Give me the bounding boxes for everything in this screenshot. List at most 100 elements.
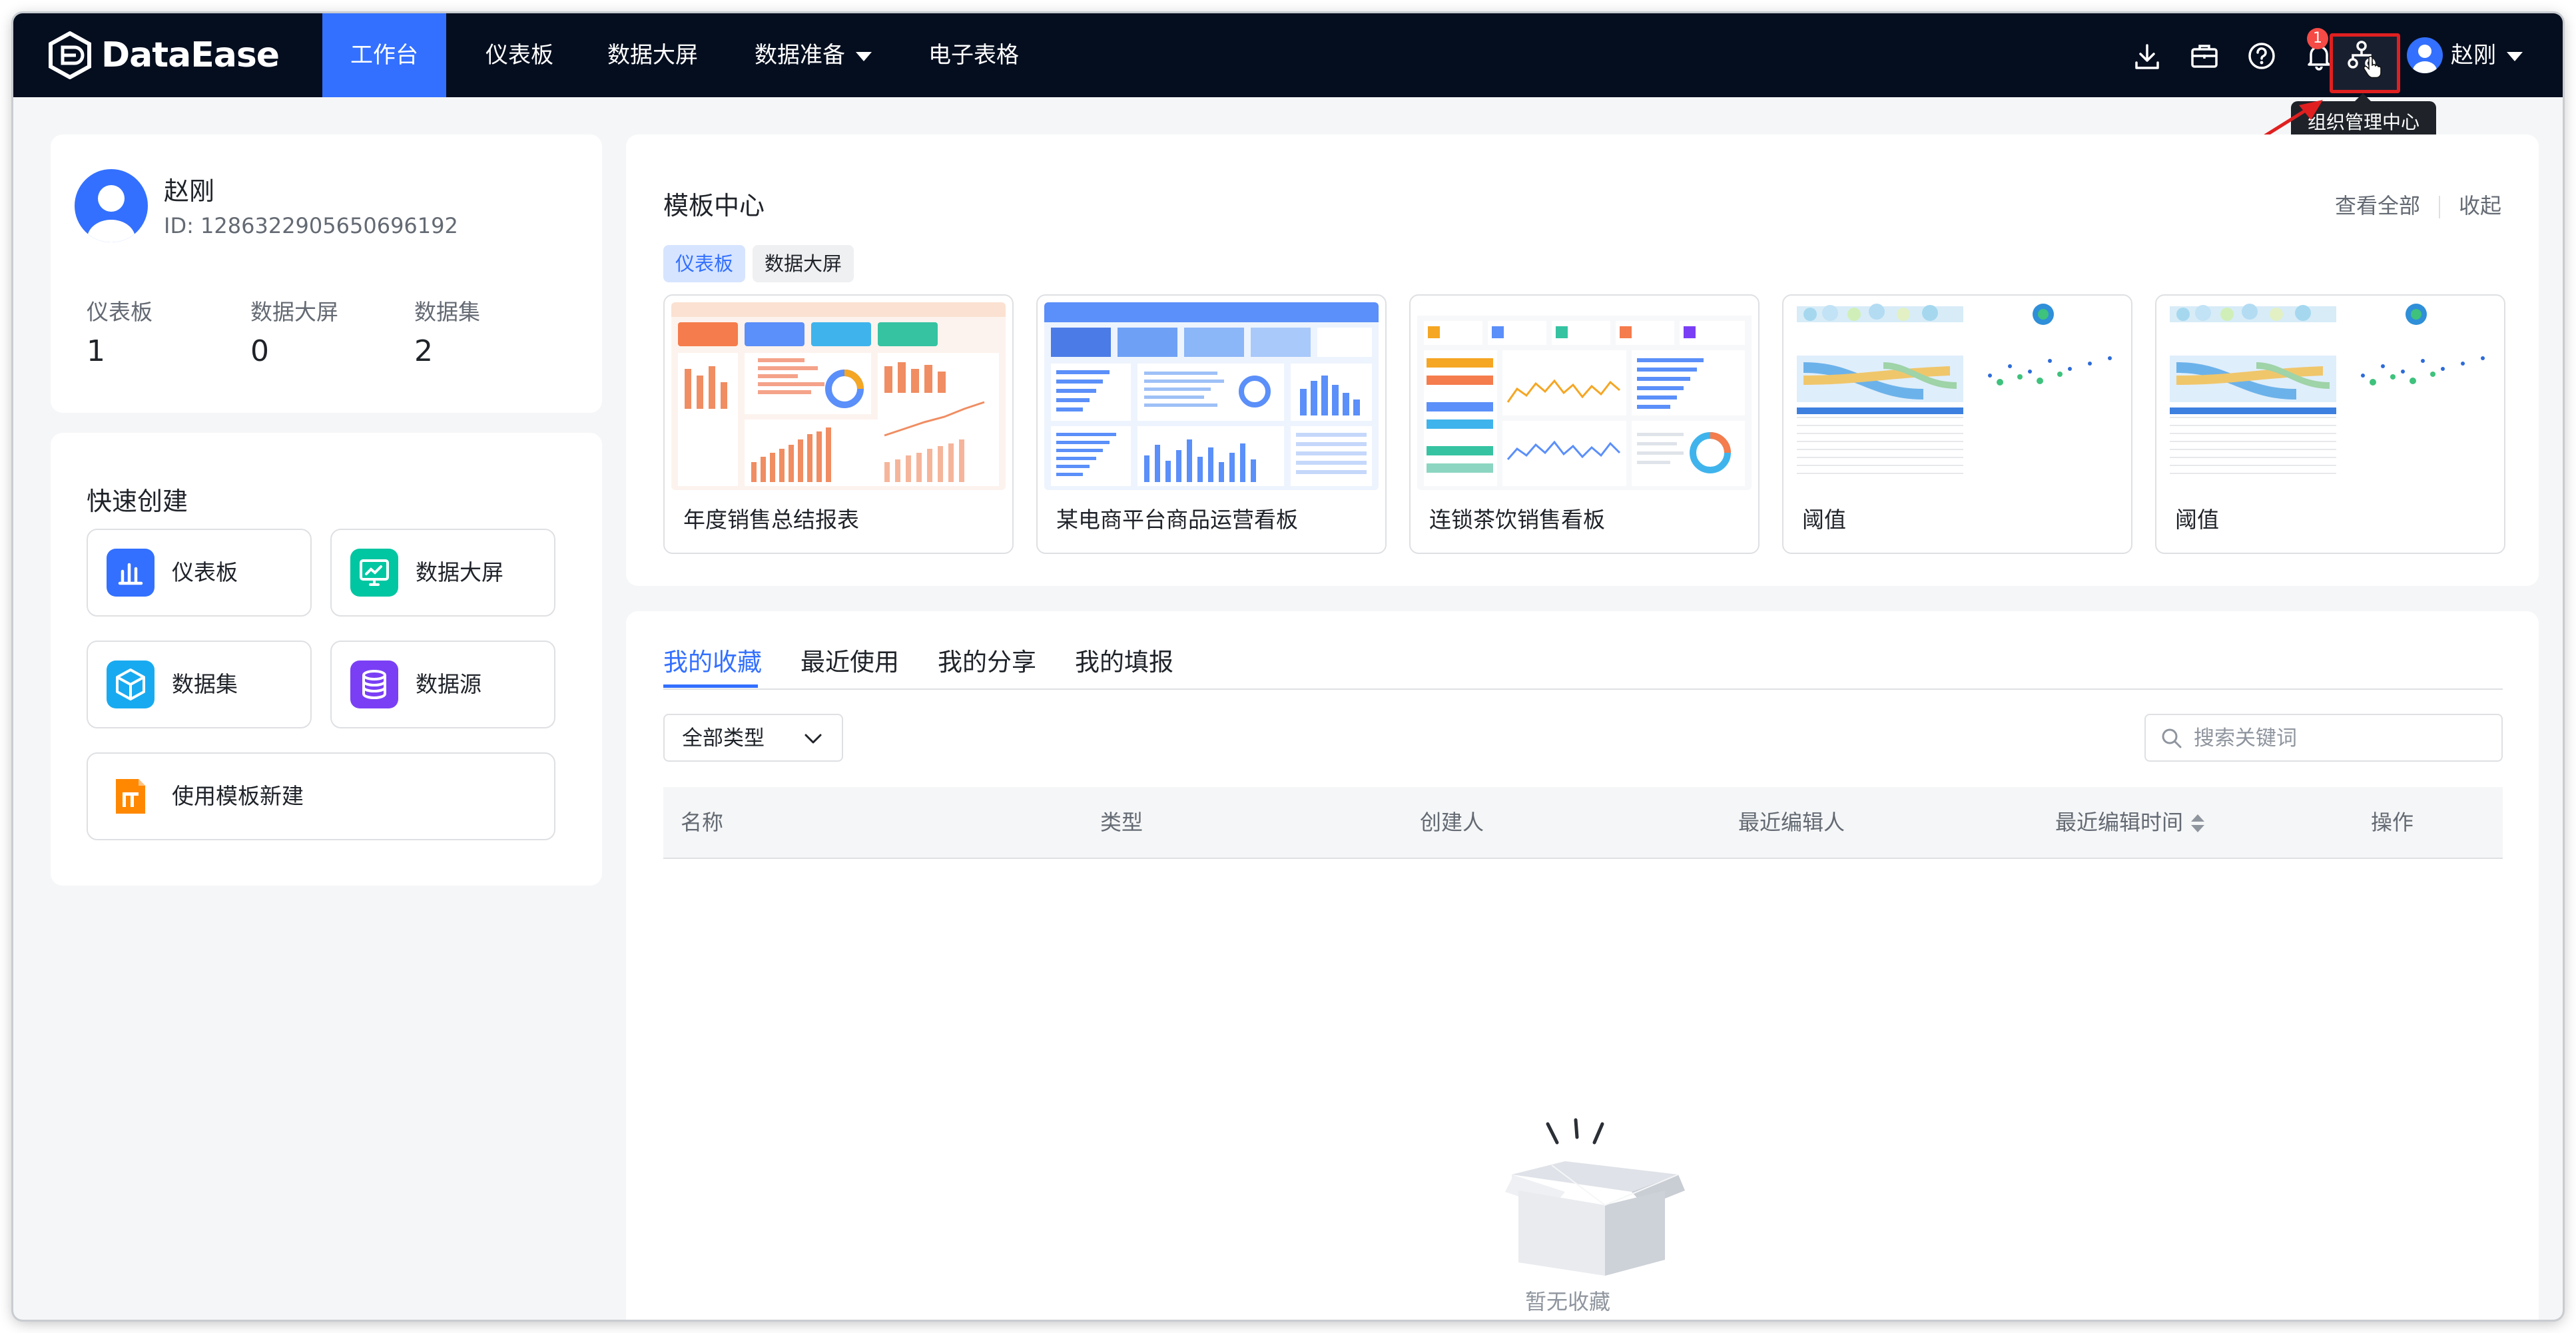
tab-recent[interactable]: 最近使用 xyxy=(801,642,899,678)
tab-divider xyxy=(663,688,2503,690)
stat-value[interactable]: 2 xyxy=(414,334,433,368)
chevron-down-icon xyxy=(805,734,822,744)
profile-name: 赵刚 xyxy=(164,176,215,206)
user-menu[interactable]: 赵刚 xyxy=(2451,13,2523,97)
template-thumbnail xyxy=(671,302,1006,490)
create-dataset-button[interactable]: 数据集 xyxy=(87,641,312,728)
nav-label: 数据大屏 xyxy=(607,42,698,69)
chevron-down-icon xyxy=(856,51,872,61)
chevron-down-icon xyxy=(2507,51,2523,61)
template-thumbnail xyxy=(1044,302,1379,490)
tab-my-shares[interactable]: 我的分享 xyxy=(938,642,1036,678)
tab-favorites[interactable]: 我的收藏 xyxy=(663,642,762,678)
column-header-type: 类型 xyxy=(1100,810,1143,835)
view-all-link[interactable]: 查看全部 xyxy=(2335,193,2420,218)
create-data-screen-button[interactable]: 数据大屏 xyxy=(330,529,555,617)
notification-badge: 1 xyxy=(2307,28,2328,49)
download-icon[interactable] xyxy=(2130,39,2164,73)
tag-dashboard[interactable]: 仪表板 xyxy=(663,245,746,282)
template-name: 某电商平台商品运营看板 xyxy=(1056,507,1298,533)
top-navigation-bar: DataEase 工作台 仪表板 数据大屏 数据准备 电子表格 1 赵刚 xyxy=(13,13,2563,97)
column-header-name: 名称 xyxy=(681,810,724,835)
profile-card: 赵刚 ID: 1286322905650696192 仪表板 1 数据大屏 0 … xyxy=(51,134,602,413)
template-icon xyxy=(107,772,155,820)
active-tab-indicator xyxy=(663,684,758,688)
create-datasource-button[interactable]: 数据源 xyxy=(330,641,555,728)
template-card[interactable]: 年度销售总结报表 xyxy=(663,294,1014,554)
cube-icon xyxy=(107,661,155,708)
stat-value[interactable]: 1 xyxy=(87,334,105,368)
divider xyxy=(2438,196,2440,218)
template-name: 年度销售总结报表 xyxy=(683,507,859,533)
template-thumbnail xyxy=(1417,302,1752,490)
column-header-last-edit-time[interactable]: 最近编辑时间 xyxy=(2055,787,2205,858)
logo-text: DataEase xyxy=(101,35,280,75)
sort-icon[interactable] xyxy=(2191,814,2205,833)
template-thumbnail xyxy=(2163,302,2497,490)
resource-list-card: 我的收藏 最近使用 我的分享 我的填报 全部类型 名称 类型 创建人 最近编辑人… xyxy=(626,611,2539,1320)
nav-label: 仪表板 xyxy=(485,42,553,69)
user-name: 赵刚 xyxy=(2451,42,2496,69)
org-tree-icon[interactable] xyxy=(2344,37,2382,79)
nav-dashboard[interactable]: 仪表板 xyxy=(470,13,569,97)
button-label: 使用模板新建 xyxy=(172,783,304,809)
briefcase-icon[interactable] xyxy=(2187,39,2222,73)
search-input[interactable] xyxy=(2192,720,2488,756)
bar-chart-icon xyxy=(107,549,155,597)
table-header: 名称 类型 创建人 最近编辑人 最近编辑时间 操作 xyxy=(663,787,2503,859)
template-center-card: 模板中心 查看全部 收起 仪表板 数据大屏 年度销售总结报表 某电商平台商品运营… xyxy=(626,134,2539,586)
column-label: 最近编辑时间 xyxy=(2055,810,2184,835)
column-header-creator: 创建人 xyxy=(1420,810,1484,835)
template-actions: 查看全部 收起 xyxy=(2335,189,2501,220)
user-avatar[interactable] xyxy=(2407,37,2443,73)
template-card[interactable]: 阈值 xyxy=(1782,294,2132,554)
nav-data-prep[interactable]: 数据准备 xyxy=(737,13,890,97)
create-dashboard-button[interactable]: 仪表板 xyxy=(87,529,312,617)
stat-label: 仪表板 xyxy=(87,299,153,325)
hand-cursor-icon xyxy=(2363,56,2382,79)
monitor-icon xyxy=(350,549,398,597)
stat-label: 数据集 xyxy=(414,299,480,325)
dataease-logo-icon xyxy=(49,31,91,79)
template-name: 连锁茶饮销售看板 xyxy=(1429,507,1605,533)
select-value: 全部类型 xyxy=(682,726,765,750)
nav-spreadsheet[interactable]: 电子表格 xyxy=(914,13,1034,97)
empty-box-icon xyxy=(1505,1118,1685,1276)
template-thumbnail xyxy=(1790,302,2124,490)
column-header-actions: 操作 xyxy=(2371,810,2414,835)
button-label: 数据大屏 xyxy=(416,559,503,585)
button-label: 数据集 xyxy=(172,671,238,697)
search-box xyxy=(2144,714,2503,762)
search-icon xyxy=(2162,728,2182,748)
template-name: 阈值 xyxy=(2175,507,2219,533)
button-label: 数据源 xyxy=(416,671,482,697)
empty-state-text: 暂无收藏 xyxy=(1525,1289,1611,1314)
help-icon[interactable] xyxy=(2244,39,2279,73)
collapse-link[interactable]: 收起 xyxy=(2459,193,2501,218)
avatar xyxy=(75,169,148,242)
template-card[interactable]: 某电商平台商品运营看板 xyxy=(1036,294,1387,554)
type-filter-select[interactable]: 全部类型 xyxy=(663,714,843,762)
template-card[interactable]: 阈值 xyxy=(2155,294,2505,554)
tag-data-screen[interactable]: 数据大屏 xyxy=(753,245,854,282)
section-title: 模板中心 xyxy=(663,191,765,220)
column-header-last-editor: 最近编辑人 xyxy=(1738,810,1845,835)
create-from-template-button[interactable]: 使用模板新建 xyxy=(87,752,555,840)
logo[interactable]: DataEase xyxy=(48,29,280,82)
app-window: DataEase 工作台 仪表板 数据大屏 数据准备 电子表格 1 赵刚 组织管… xyxy=(13,13,2563,1320)
button-label: 仪表板 xyxy=(172,559,238,585)
database-icon xyxy=(350,661,398,708)
template-name: 阈值 xyxy=(1802,507,1846,533)
nav-data-screen[interactable]: 数据大屏 xyxy=(593,13,713,97)
section-title: 快速创建 xyxy=(87,487,188,516)
stat-value[interactable]: 0 xyxy=(250,334,269,368)
tab-my-submissions[interactable]: 我的填报 xyxy=(1075,642,1173,678)
quick-create-card: 快速创建 仪表板 数据大屏 数据集 数据源 使用模板新建 xyxy=(51,433,602,886)
nav-workbench[interactable]: 工作台 xyxy=(322,13,446,97)
profile-id: ID: 1286322905650696192 xyxy=(164,213,458,238)
nav-label: 电子表格 xyxy=(928,42,1019,69)
nav-label: 工作台 xyxy=(350,42,418,69)
nav-label: 数据准备 xyxy=(755,42,845,69)
stat-label: 数据大屏 xyxy=(250,299,338,325)
template-card[interactable]: 连锁茶饮销售看板 xyxy=(1409,294,1760,554)
